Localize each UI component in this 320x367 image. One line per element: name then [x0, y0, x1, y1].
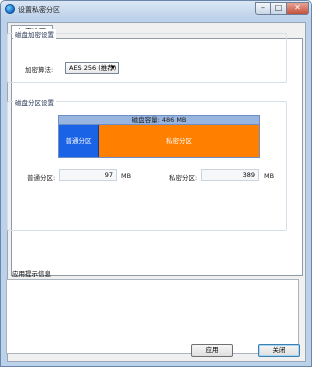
dialog-window: 设置私密分区 – □ ✕ 加密选项 磁盘加密设置 加密算法: AES 256 (…: [0, 0, 312, 367]
private-partition-segment[interactable]: 私密分区: [99, 125, 259, 157]
chevron-down-icon: ▼: [111, 65, 115, 71]
encryption-settings-group: 磁盘加密设置: [7, 29, 287, 83]
private-partition-label: 私密分区:: [169, 174, 198, 182]
title-bar[interactable]: 设置私密分区 – □ ✕: [1, 1, 311, 18]
minimize-button[interactable]: –: [255, 2, 271, 15]
close-window-button[interactable]: ✕: [287, 2, 309, 15]
encryption-group-title: 磁盘加密设置: [13, 29, 56, 39]
algorithm-label: 加密算法:: [25, 66, 54, 74]
normal-partition-size-field[interactable]: 97: [59, 169, 117, 181]
normal-partition-label: 普通分区:: [27, 174, 56, 182]
hint-label: 应用提示信息: [12, 270, 51, 278]
algorithm-value: AES 256 (推荐): [69, 64, 117, 72]
private-partition-unit: MB: [264, 172, 275, 180]
maximize-button[interactable]: □: [271, 2, 287, 15]
partition-group-title: 磁盘分区设置: [13, 97, 56, 107]
normal-partition-segment[interactable]: 普通分区: [59, 125, 99, 157]
hint-message-box: [6, 279, 299, 354]
window-title: 设置私密分区: [18, 6, 60, 14]
partition-bar[interactable]: 普通分区 私密分区: [58, 124, 260, 158]
normal-partition-unit: MB: [121, 172, 132, 180]
close-button[interactable]: 关闭: [258, 344, 300, 357]
algorithm-select[interactable]: AES 256 (推荐) ▼: [65, 62, 119, 74]
apply-button[interactable]: 应用: [191, 344, 233, 357]
private-partition-size-field[interactable]: 389: [201, 169, 259, 181]
app-globe-icon: [5, 4, 15, 14]
